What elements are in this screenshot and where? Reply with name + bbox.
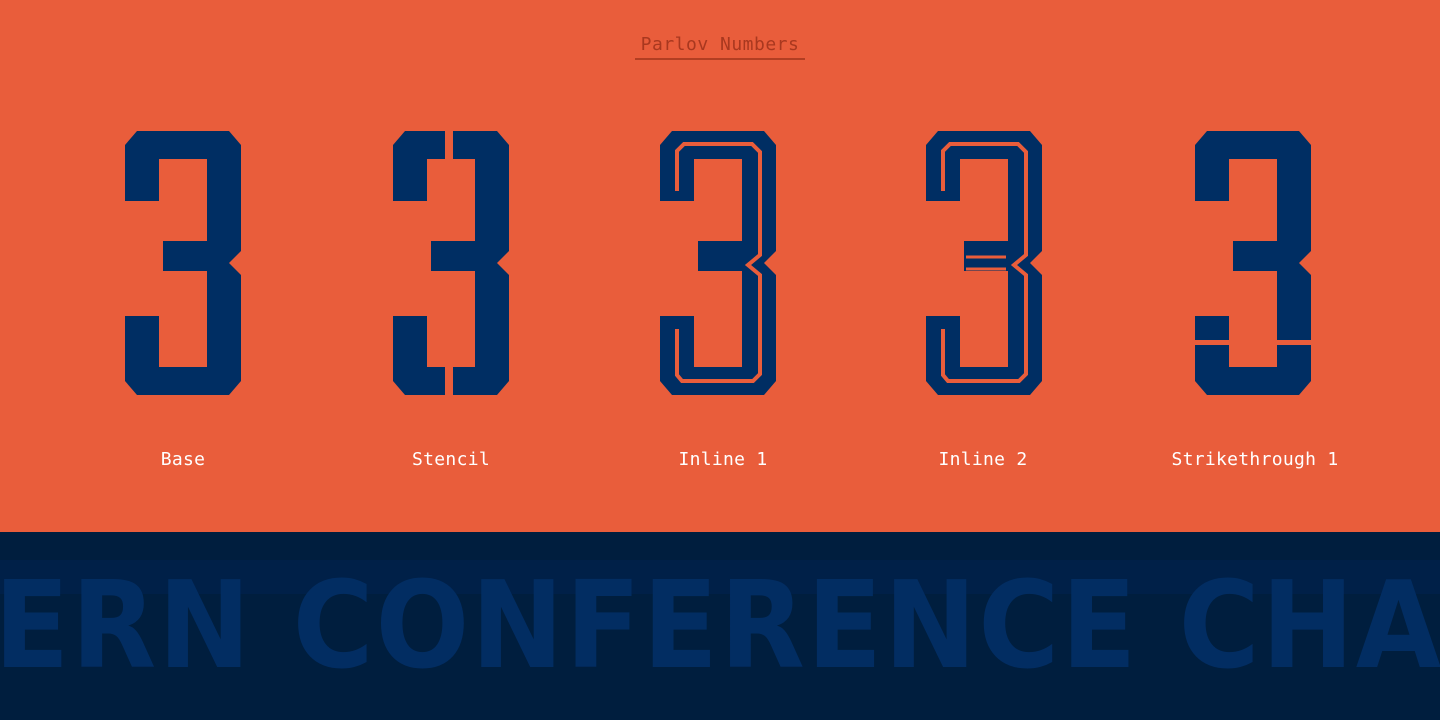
variant-label-base: Base <box>160 449 206 470</box>
variant-label-stencil: Stencil <box>412 449 490 470</box>
title-wrapper: Parlov Numbers <box>0 34 1440 60</box>
page-title[interactable]: Parlov Numbers <box>634 34 806 60</box>
variant-label-inline-1: Inline 1 <box>678 449 768 470</box>
glyph-stencil <box>393 131 509 395</box>
glyph-base-svg <box>125 131 241 395</box>
glyph-stencil-svg <box>393 131 509 395</box>
glyph-strikethrough-1-svg <box>1195 131 1311 395</box>
glyph-inline-1-svg <box>660 131 776 395</box>
glyph-inline-1 <box>660 131 776 395</box>
glyph-inline-2 <box>926 131 1042 395</box>
type-specimen-panel: Parlov Numbers Base Stencil Inline 1 Inl… <box>0 0 1440 532</box>
glyph-strikethrough-1 <box>1195 131 1311 395</box>
glyph-base <box>125 131 241 395</box>
banner-text: ERN CONFERENCE CHAMPI <box>0 557 1440 696</box>
banner-panel: ERN CONFERENCE CHAMPI <box>0 532 1440 720</box>
glyph-inline-2-svg <box>926 131 1042 395</box>
variant-label-strikethrough-1: Strikethrough 1 <box>1171 449 1339 470</box>
variant-label-inline-2: Inline 2 <box>938 449 1028 470</box>
